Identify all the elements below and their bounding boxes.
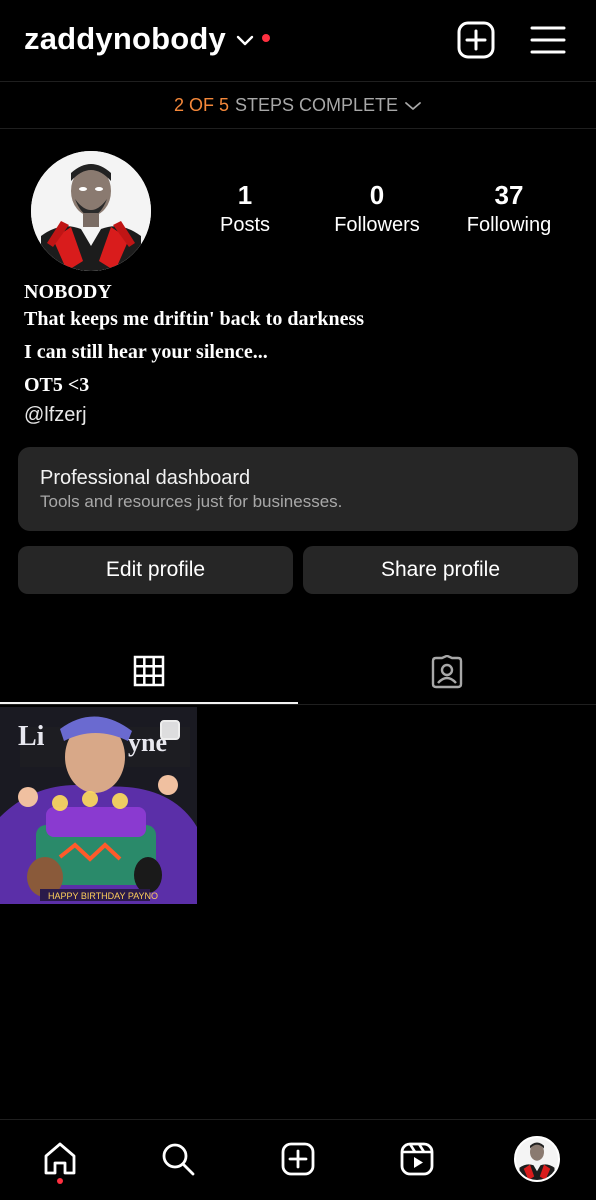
tab-tagged[interactable] bbox=[298, 640, 596, 704]
create-post-icon[interactable] bbox=[456, 20, 496, 60]
account-switcher[interactable]: zaddynobody bbox=[24, 18, 270, 60]
reels-icon bbox=[400, 1142, 434, 1176]
posts-label: Posts bbox=[219, 214, 271, 236]
nav-profile[interactable] bbox=[512, 1134, 562, 1184]
professional-dashboard-card[interactable]: Professional dashboard Tools and resourc… bbox=[18, 447, 578, 531]
notification-dot bbox=[261, 34, 270, 42]
share-profile-button[interactable]: Share profile bbox=[303, 546, 578, 594]
profile-avatar[interactable] bbox=[31, 151, 151, 271]
dashboard-title: Professional dashboard bbox=[40, 467, 251, 489]
profile-avatar-small bbox=[514, 1136, 560, 1182]
chevron-down-icon bbox=[405, 102, 421, 110]
bottom-nav bbox=[0, 1119, 596, 1200]
svg-text:Li: Li bbox=[18, 721, 45, 752]
avatar-image bbox=[31, 151, 151, 271]
steps-progress: 2 OF 5 bbox=[173, 94, 229, 115]
nav-create[interactable] bbox=[273, 1134, 323, 1184]
followers-count[interactable]: 0 Followers bbox=[322, 178, 432, 238]
edit-profile-button[interactable]: Edit profile bbox=[18, 546, 293, 594]
menu-icon[interactable] bbox=[528, 20, 568, 60]
username: zaddynobody bbox=[24, 21, 226, 56]
followers-label: Followers bbox=[334, 214, 420, 236]
bio-mention-link[interactable]: @lfzerj bbox=[24, 404, 87, 427]
bio-line: OT5 <3 bbox=[24, 374, 90, 396]
home-icon bbox=[44, 1142, 76, 1175]
nav-home[interactable] bbox=[35, 1134, 85, 1184]
svg-text:HAPPY BIRTHDAY PAYNO: HAPPY BIRTHDAY PAYNO bbox=[48, 891, 158, 901]
followers-number: 0 bbox=[369, 180, 385, 210]
steps-label: STEPS COMPLETE bbox=[234, 94, 399, 115]
following-count[interactable]: 37 Following bbox=[455, 178, 563, 238]
tab-divider bbox=[0, 704, 596, 705]
bio-line: I can still hear your silence... bbox=[24, 341, 268, 363]
nav-search[interactable] bbox=[153, 1134, 203, 1184]
posts-count[interactable]: 1 Posts bbox=[205, 178, 285, 238]
tab-posts-grid[interactable] bbox=[0, 640, 298, 704]
grid-icon bbox=[133, 655, 165, 687]
steps-progress-banner[interactable]: 2 OF 5 STEPS COMPLETE bbox=[0, 81, 596, 129]
following-label: Following bbox=[466, 214, 552, 236]
following-number: 37 bbox=[494, 180, 524, 210]
dashboard-subtitle: Tools and resources just for businesses. bbox=[40, 492, 343, 511]
create-icon bbox=[281, 1142, 315, 1176]
posts-number: 1 bbox=[237, 180, 253, 210]
display-name: NOBODY bbox=[24, 281, 112, 303]
multi-select-icon bbox=[160, 720, 180, 740]
chevron-down-icon bbox=[236, 35, 254, 46]
nav-reels[interactable] bbox=[392, 1134, 442, 1184]
bio-line: That keeps me driftin' back to darkness bbox=[24, 308, 365, 330]
top-bar: zaddynobody bbox=[0, 0, 596, 80]
search-icon bbox=[162, 1143, 195, 1176]
home-notification-dot bbox=[57, 1178, 63, 1184]
tagged-icon bbox=[431, 655, 463, 689]
